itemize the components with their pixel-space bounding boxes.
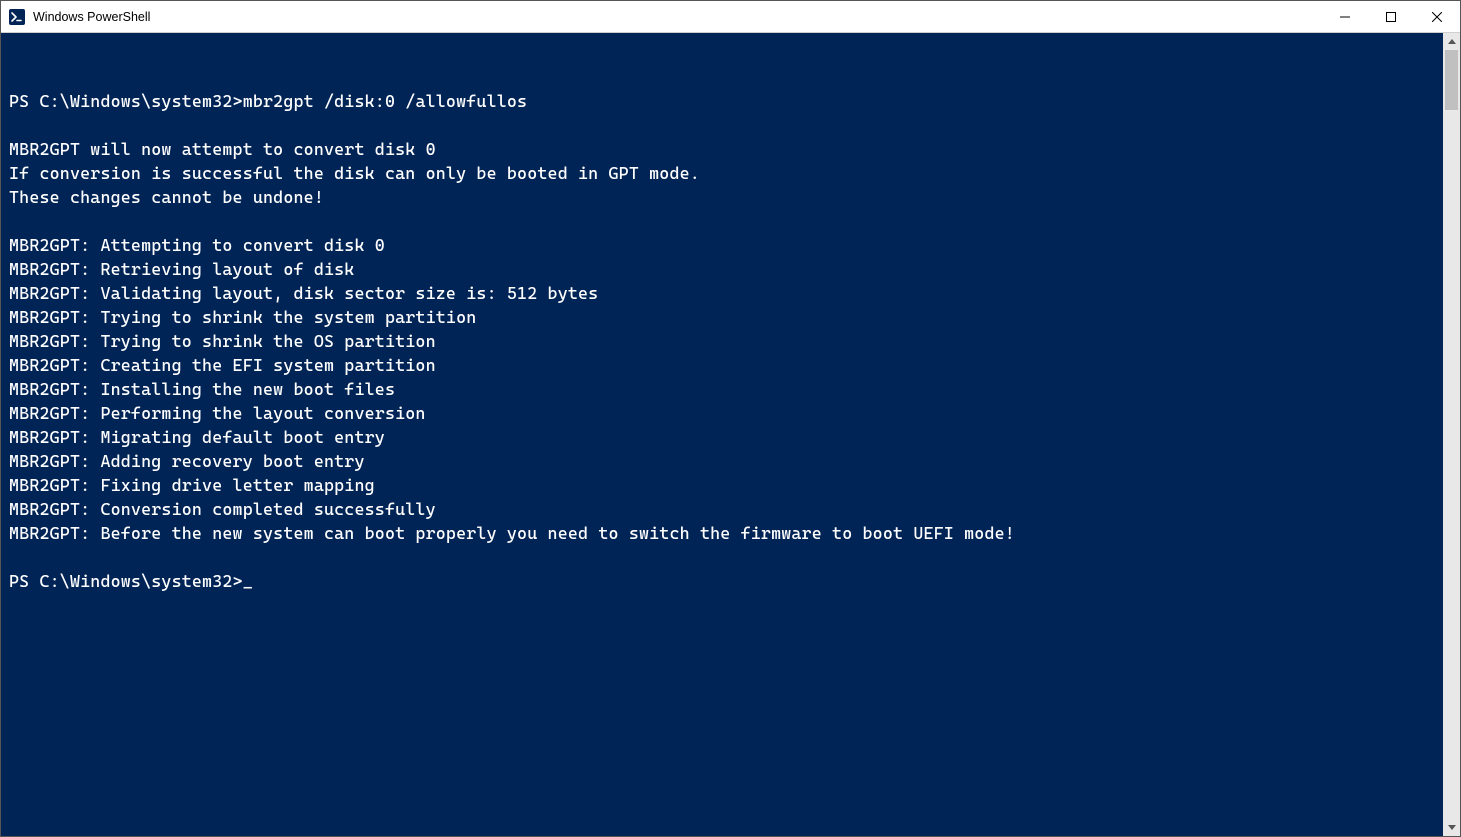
cursor: _: [243, 569, 253, 593]
terminal-area: PS C:\Windows\system32>mbr2gpt /disk:0 /…: [1, 33, 1460, 836]
output-line: MBR2GPT: Attempting to convert disk 0: [9, 233, 1443, 257]
output-line: MBR2GPT will now attempt to convert disk…: [9, 137, 1443, 161]
powershell-icon: [9, 9, 25, 25]
output-line: These changes cannot be undone!: [9, 185, 1443, 209]
output-line: [9, 545, 1443, 569]
command-line: PS C:\Windows\system32>mbr2gpt /disk:0 /…: [9, 89, 1443, 113]
output-line: MBR2GPT: Fixing drive letter mapping: [9, 473, 1443, 497]
output-line: MBR2GPT: Before the new system can boot …: [9, 521, 1443, 545]
output-line: MBR2GPT: Adding recovery boot entry: [9, 449, 1443, 473]
titlebar-left: Windows PowerShell: [1, 9, 150, 25]
prompt-prefix: PS C:\Windows\system32>: [9, 571, 243, 591]
terminal-output[interactable]: PS C:\Windows\system32>mbr2gpt /disk:0 /…: [1, 33, 1443, 836]
output-line: MBR2GPT: Trying to shrink the system par…: [9, 305, 1443, 329]
powershell-window: Windows PowerShell PS C:\Windows\system3…: [0, 0, 1461, 837]
scroll-thumb[interactable]: [1445, 50, 1458, 110]
titlebar[interactable]: Windows PowerShell: [1, 1, 1460, 33]
output-line: MBR2GPT: Retrieving layout of disk: [9, 257, 1443, 281]
minimize-button[interactable]: [1322, 1, 1368, 32]
output-line: MBR2GPT: Performing the layout conversio…: [9, 401, 1443, 425]
output-line: MBR2GPT: Conversion completed successful…: [9, 497, 1443, 521]
output-line: MBR2GPT: Installing the new boot files: [9, 377, 1443, 401]
scroll-down-arrow-icon[interactable]: [1443, 819, 1460, 836]
window-controls: [1322, 1, 1460, 32]
output-line: MBR2GPT: Creating the EFI system partiti…: [9, 353, 1443, 377]
output-line: MBR2GPT: Migrating default boot entry: [9, 425, 1443, 449]
window-title: Windows PowerShell: [33, 10, 150, 24]
prompt-prefix: PS C:\Windows\system32>: [9, 91, 243, 111]
output-line: MBR2GPT: Validating layout, disk sector …: [9, 281, 1443, 305]
scroll-up-arrow-icon[interactable]: [1443, 33, 1460, 50]
command-text: mbr2gpt /disk:0 /allowfullos: [243, 91, 528, 111]
maximize-button[interactable]: [1368, 1, 1414, 32]
prompt-line: PS C:\Windows\system32>_: [9, 569, 1443, 593]
output-line: [9, 113, 1443, 137]
close-button[interactable]: [1414, 1, 1460, 32]
output-line: If conversion is successful the disk can…: [9, 161, 1443, 185]
output-line: [9, 209, 1443, 233]
output-line: MBR2GPT: Trying to shrink the OS partiti…: [9, 329, 1443, 353]
vertical-scrollbar[interactable]: [1443, 33, 1460, 836]
